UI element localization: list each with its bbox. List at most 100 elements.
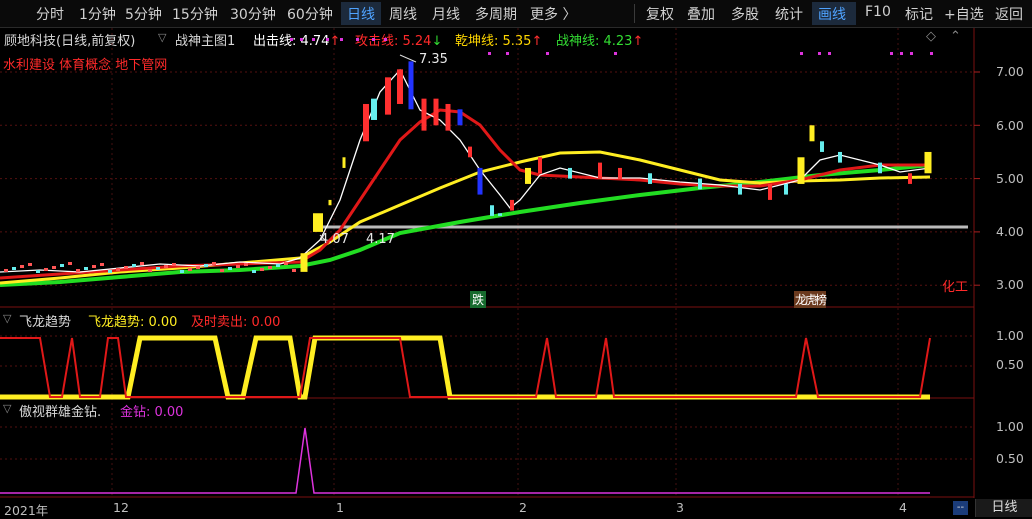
y-label: 4.00 [996, 224, 1024, 239]
candle [797, 157, 805, 184]
x-label: 12 [113, 500, 129, 515]
candle [568, 167, 572, 179]
candle [84, 267, 88, 270]
signal-dot [300, 38, 303, 41]
candle [525, 167, 531, 184]
signal-dot [356, 38, 359, 41]
y-label: 3.00 [996, 277, 1024, 292]
candle [908, 173, 912, 184]
candle [698, 178, 702, 190]
candle [212, 262, 216, 265]
candle [204, 264, 208, 267]
candle [538, 157, 542, 174]
candle [468, 146, 472, 158]
candle [140, 262, 144, 265]
candle [172, 263, 176, 266]
candle [433, 98, 439, 126]
candle [838, 151, 842, 163]
zoom-button[interactable]: -- [953, 501, 968, 515]
y-label: 5.00 [996, 171, 1024, 186]
candle [510, 199, 514, 211]
candle [164, 265, 168, 268]
candle [276, 264, 280, 267]
candle [244, 263, 248, 266]
candle [268, 266, 272, 269]
candle [4, 269, 8, 272]
signal-dot [818, 52, 821, 55]
signal-dot [900, 52, 903, 55]
candle [20, 265, 24, 268]
candle [132, 264, 136, 267]
candle [457, 109, 463, 126]
dragon-tiger-list-tag[interactable]: 龙虎榜 [794, 291, 827, 308]
candle [738, 183, 742, 195]
candle [188, 268, 192, 271]
candle [300, 253, 308, 272]
signal-dot [800, 52, 803, 55]
candle [363, 103, 369, 142]
panel3-y-label: 0.50 [996, 451, 1024, 466]
candle [397, 69, 403, 104]
panel3-dropdown-icon[interactable]: ▽ [3, 402, 11, 415]
signal-dot [930, 52, 933, 55]
candle [328, 199, 332, 206]
signal-dot [290, 38, 293, 41]
feilong-trend-line [0, 335, 930, 400]
period-button[interactable]: 日线 [975, 499, 1032, 517]
signal-dot [340, 38, 343, 41]
signal-dot [614, 52, 617, 55]
candle [477, 167, 483, 195]
signal-dot [312, 38, 315, 41]
candle [92, 265, 96, 268]
candle [292, 269, 296, 272]
panel2-dropdown-icon[interactable]: ▽ [3, 312, 11, 325]
panel3-title[interactable]: 傲视群雄金钻. [19, 401, 101, 420]
candle [768, 183, 772, 200]
y-label: 6.00 [996, 118, 1024, 133]
candle [12, 267, 16, 270]
candle [28, 263, 32, 266]
panel3-series-label: 金钻: 0.00 [120, 405, 184, 420]
candle [342, 157, 346, 168]
signal-dot [890, 52, 893, 55]
candle [648, 173, 652, 184]
candle [313, 213, 323, 232]
candle [809, 125, 815, 142]
candle [598, 162, 602, 179]
y-label: 7.00 [996, 64, 1024, 79]
candle [490, 205, 494, 216]
sector-tag: 化工 [942, 280, 969, 295]
kline-chart[interactable] [0, 0, 1032, 517]
candle [36, 270, 40, 273]
candle [618, 167, 622, 179]
strike-line [0, 68, 931, 273]
panel2-title[interactable]: 飞龙趋势 [19, 311, 71, 330]
x-label: 2021年 [4, 503, 49, 518]
candle [228, 267, 232, 270]
x-label: 3 [676, 500, 684, 515]
panel2-sell-label: 及时卖出: 0.00 [191, 315, 281, 330]
candle [498, 213, 502, 216]
candle [445, 103, 451, 131]
drop-tag[interactable]: 跌 [470, 291, 487, 308]
panel3-y-label: 1.00 [996, 419, 1024, 434]
candle [108, 270, 112, 273]
candle [260, 268, 264, 271]
candle [371, 98, 377, 120]
low-price-label-right: 4.17 [366, 232, 395, 247]
signal-dot [828, 52, 831, 55]
candle [156, 267, 160, 270]
candle [68, 262, 72, 265]
low-price-label-left: 4.07 [320, 232, 349, 247]
candle [784, 183, 788, 195]
signal-dot [384, 38, 387, 41]
candle [44, 268, 48, 271]
candle [421, 98, 427, 131]
x-label: 1 [336, 500, 344, 515]
candle [408, 61, 414, 110]
panel2-series-label: 飞龙趋势: 0.00 [88, 315, 178, 330]
candle [60, 264, 64, 267]
candle [820, 141, 824, 152]
candle [124, 266, 128, 269]
candle [100, 263, 104, 266]
